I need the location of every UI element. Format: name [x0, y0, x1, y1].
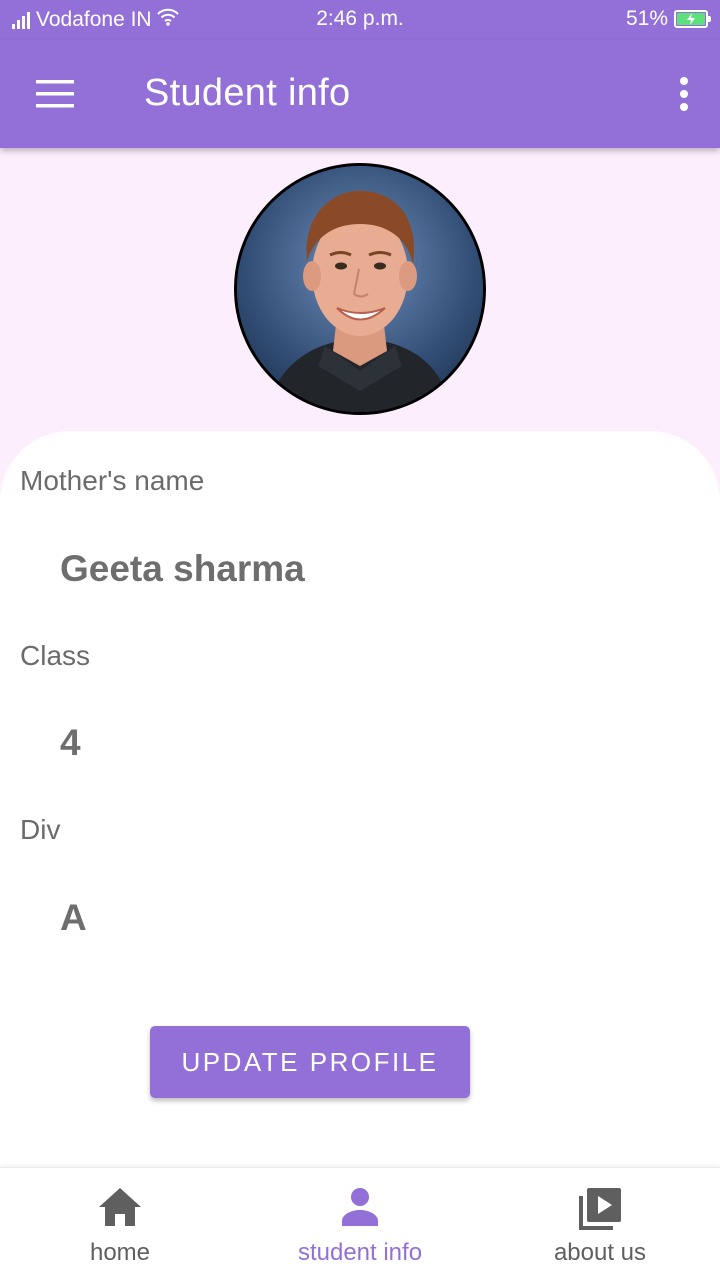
status-right: 51% — [625, 7, 711, 31]
nav-label-about-us: about us — [553, 1239, 647, 1266]
page-title: Student info — [144, 72, 351, 114]
mothers-name-value: Geeta sharma — [60, 548, 305, 589]
home-icon — [99, 1188, 141, 1226]
profile-avatar — [234, 163, 486, 415]
student-info-screen: Vodafone IN 2:46 p.m. 51% Student info M… — [0, 0, 720, 1280]
app-bar: Student info — [0, 40, 720, 148]
battery-percentage: 51% — [625, 7, 668, 30]
person-icon — [342, 1188, 378, 1226]
nav-label-home: home — [89, 1239, 151, 1266]
div-value: A — [60, 897, 87, 938]
class-value: 4 — [60, 722, 81, 763]
status-bar: Vodafone IN 2:46 p.m. 51% — [0, 0, 720, 40]
nav-item-about-us[interactable]: about us — [480, 1168, 720, 1280]
more-options-button[interactable] — [668, 68, 700, 120]
nav-item-student-info[interactable]: student info — [240, 1168, 480, 1280]
nav-label-student-info: student info — [297, 1239, 423, 1266]
menu-button[interactable] — [26, 68, 86, 120]
hamburger-menu-icon — [36, 80, 74, 108]
div-label: Div — [20, 814, 61, 845]
class-label: Class — [20, 640, 91, 671]
bottom-navigation: home student info about us — [0, 1167, 720, 1280]
status-time: 2:46 p.m. — [316, 7, 404, 30]
nav-item-home[interactable]: home — [0, 1168, 240, 1280]
video-library-icon — [579, 1188, 621, 1230]
mothers-name-label: Mother's name — [20, 465, 205, 496]
battery-icon — [674, 10, 711, 28]
more-vert-icon — [680, 77, 688, 85]
update-profile-button[interactable]: UPDATE PROFILE — [150, 1026, 470, 1098]
